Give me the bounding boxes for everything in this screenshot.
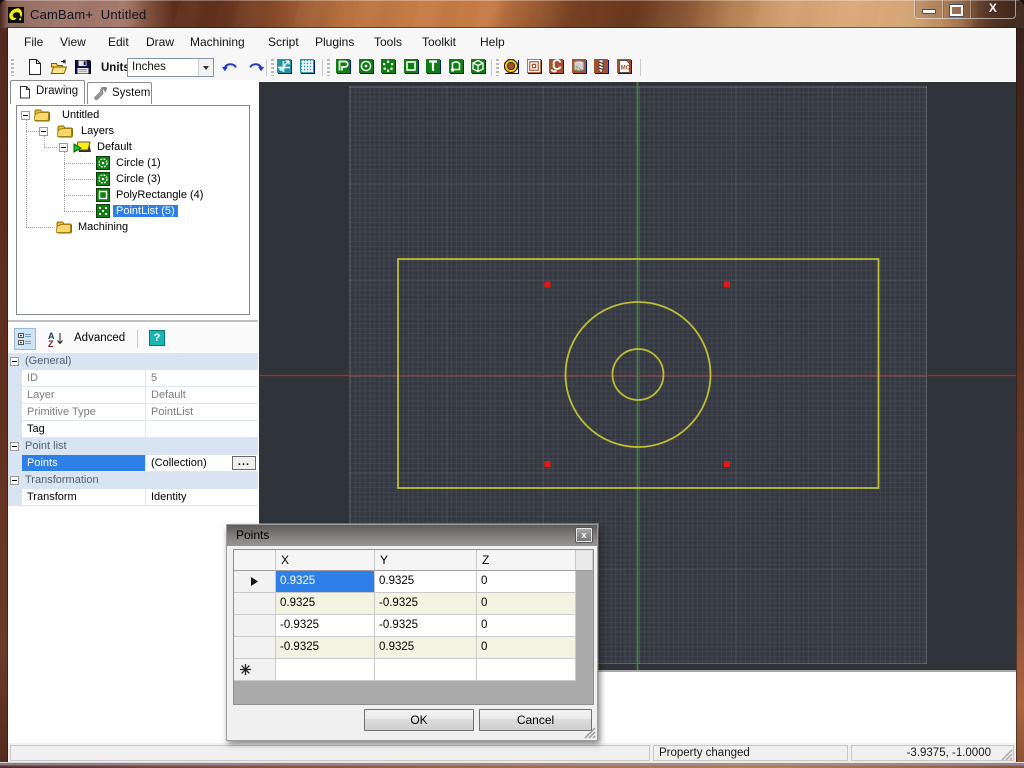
svg-text:Z: Z (48, 339, 54, 347)
svg-text:MC: MC (621, 66, 631, 72)
